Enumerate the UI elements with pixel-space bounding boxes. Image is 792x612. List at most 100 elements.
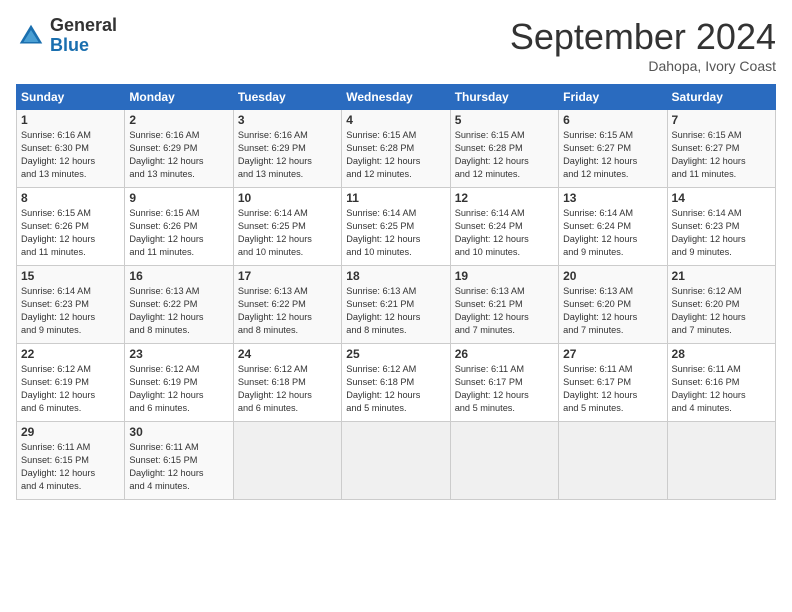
cell-info: Sunrise: 6:14 AMSunset: 6:24 PMDaylight:… xyxy=(563,207,662,259)
logo-text: General Blue xyxy=(50,16,117,56)
day-number: 24 xyxy=(238,347,337,361)
day-number: 17 xyxy=(238,269,337,283)
cell-info: Sunrise: 6:11 AMSunset: 6:16 PMDaylight:… xyxy=(672,363,771,415)
day-number: 5 xyxy=(455,113,554,127)
day-header-sunday: Sunday xyxy=(17,85,125,110)
day-number: 8 xyxy=(21,191,120,205)
title-area: September 2024 Dahopa, Ivory Coast xyxy=(510,16,776,74)
day-number: 12 xyxy=(455,191,554,205)
calendar-cell xyxy=(450,422,558,500)
cell-info: Sunrise: 6:15 AMSunset: 6:27 PMDaylight:… xyxy=(563,129,662,181)
day-header-tuesday: Tuesday xyxy=(233,85,341,110)
cell-info: Sunrise: 6:13 AMSunset: 6:22 PMDaylight:… xyxy=(129,285,228,337)
logo-icon xyxy=(16,21,46,51)
calendar-cell: 13 Sunrise: 6:14 AMSunset: 6:24 PMDayligh… xyxy=(559,188,667,266)
day-number: 16 xyxy=(129,269,228,283)
cell-info: Sunrise: 6:11 AMSunset: 6:15 PMDaylight:… xyxy=(129,441,228,493)
cell-info: Sunrise: 6:13 AMSunset: 6:21 PMDaylight:… xyxy=(346,285,445,337)
day-number: 7 xyxy=(672,113,771,127)
cell-info: Sunrise: 6:13 AMSunset: 6:22 PMDaylight:… xyxy=(238,285,337,337)
day-number: 29 xyxy=(21,425,120,439)
calendar-cell: 22 Sunrise: 6:12 AMSunset: 6:19 PMDayligh… xyxy=(17,344,125,422)
cell-info: Sunrise: 6:15 AMSunset: 6:28 PMDaylight:… xyxy=(346,129,445,181)
day-number: 11 xyxy=(346,191,445,205)
cell-info: Sunrise: 6:13 AMSunset: 6:21 PMDaylight:… xyxy=(455,285,554,337)
day-header-friday: Friday xyxy=(559,85,667,110)
calendar-cell: 21Sunrise: 6:12 AMSunset: 6:20 PMDayligh… xyxy=(667,266,775,344)
calendar-cell: 25 Sunrise: 6:12 AMSunset: 6:18 PMDayligh… xyxy=(342,344,450,422)
cell-info: Sunrise: 6:15 AMSunset: 6:27 PMDaylight:… xyxy=(672,129,771,181)
calendar-cell xyxy=(233,422,341,500)
day-number: 26 xyxy=(455,347,554,361)
cell-info: Sunrise: 6:14 AMSunset: 6:24 PMDaylight:… xyxy=(455,207,554,259)
day-number: 1 xyxy=(21,113,120,127)
calendar-cell: 12 Sunrise: 6:14 AMSunset: 6:24 PMDayligh… xyxy=(450,188,558,266)
calendar-cell: 2 Sunrise: 6:16 AMSunset: 6:29 PMDaylight… xyxy=(125,110,233,188)
cell-info: Sunrise: 6:12 AMSunset: 6:19 PMDaylight:… xyxy=(21,363,120,415)
day-header-thursday: Thursday xyxy=(450,85,558,110)
calendar-cell: 29Sunrise: 6:11 AMSunset: 6:15 PMDayligh… xyxy=(17,422,125,500)
day-number: 30 xyxy=(129,425,228,439)
calendar-cell: 16 Sunrise: 6:13 AMSunset: 6:22 PMDayligh… xyxy=(125,266,233,344)
cell-info: Sunrise: 6:15 AMSunset: 6:28 PMDaylight:… xyxy=(455,129,554,181)
day-number: 10 xyxy=(238,191,337,205)
day-number: 18 xyxy=(346,269,445,283)
day-number: 2 xyxy=(129,113,228,127)
calendar-cell xyxy=(667,422,775,500)
calendar-cell: 26 Sunrise: 6:11 AMSunset: 6:17 PMDayligh… xyxy=(450,344,558,422)
cell-info: Sunrise: 6:16 AMSunset: 6:29 PMDaylight:… xyxy=(129,129,228,181)
day-number: 13 xyxy=(563,191,662,205)
calendar-cell: 27 Sunrise: 6:11 AMSunset: 6:17 PMDayligh… xyxy=(559,344,667,422)
cell-info: Sunrise: 6:14 AMSunset: 6:23 PMDaylight:… xyxy=(672,207,771,259)
cell-info: Sunrise: 6:12 AMSunset: 6:18 PMDaylight:… xyxy=(346,363,445,415)
cell-info: Sunrise: 6:16 AMSunset: 6:29 PMDaylight:… xyxy=(238,129,337,181)
calendar-cell: 7 Sunrise: 6:15 AMSunset: 6:27 PMDaylight… xyxy=(667,110,775,188)
location: Dahopa, Ivory Coast xyxy=(510,58,776,74)
calendar-cell: 28 Sunrise: 6:11 AMSunset: 6:16 PMDayligh… xyxy=(667,344,775,422)
day-header-saturday: Saturday xyxy=(667,85,775,110)
calendar-cell: 6 Sunrise: 6:15 AMSunset: 6:27 PMDaylight… xyxy=(559,110,667,188)
day-number: 6 xyxy=(563,113,662,127)
day-number: 28 xyxy=(672,347,771,361)
calendar-cell: 19 Sunrise: 6:13 AMSunset: 6:21 PMDayligh… xyxy=(450,266,558,344)
day-number: 3 xyxy=(238,113,337,127)
day-number: 23 xyxy=(129,347,228,361)
day-number: 14 xyxy=(672,191,771,205)
day-number: 9 xyxy=(129,191,228,205)
calendar-cell: 9Sunrise: 6:15 AMSunset: 6:26 PMDaylight… xyxy=(125,188,233,266)
day-number: 15 xyxy=(21,269,120,283)
cell-info: Sunrise: 6:14 AMSunset: 6:25 PMDaylight:… xyxy=(346,207,445,259)
calendar-cell: 3 Sunrise: 6:16 AMSunset: 6:29 PMDaylight… xyxy=(233,110,341,188)
calendar-cell: 23 Sunrise: 6:12 AMSunset: 6:19 PMDayligh… xyxy=(125,344,233,422)
calendar-cell: 18 Sunrise: 6:13 AMSunset: 6:21 PMDayligh… xyxy=(342,266,450,344)
day-number: 27 xyxy=(563,347,662,361)
cell-info: Sunrise: 6:12 AMSunset: 6:19 PMDaylight:… xyxy=(129,363,228,415)
day-number: 20 xyxy=(563,269,662,283)
day-number: 21 xyxy=(672,269,771,283)
calendar-cell: 17 Sunrise: 6:13 AMSunset: 6:22 PMDayligh… xyxy=(233,266,341,344)
cell-info: Sunrise: 6:16 AMSunset: 6:30 PMDaylight:… xyxy=(21,129,120,181)
page-header: General Blue September 2024 Dahopa, Ivor… xyxy=(16,16,776,74)
cell-info: Sunrise: 6:14 AMSunset: 6:25 PMDaylight:… xyxy=(238,207,337,259)
month-title: September 2024 xyxy=(510,16,776,58)
day-header-wednesday: Wednesday xyxy=(342,85,450,110)
day-number: 22 xyxy=(21,347,120,361)
day-number: 25 xyxy=(346,347,445,361)
calendar-cell: 30 Sunrise: 6:11 AMSunset: 6:15 PMDayligh… xyxy=(125,422,233,500)
calendar-cell: 4 Sunrise: 6:15 AMSunset: 6:28 PMDaylight… xyxy=(342,110,450,188)
calendar-cell: 11 Sunrise: 6:14 AMSunset: 6:25 PMDayligh… xyxy=(342,188,450,266)
day-header-monday: Monday xyxy=(125,85,233,110)
day-number: 19 xyxy=(455,269,554,283)
cell-info: Sunrise: 6:15 AMSunset: 6:26 PMDaylight:… xyxy=(21,207,120,259)
day-number: 4 xyxy=(346,113,445,127)
calendar-cell: 15 Sunrise: 6:14 AMSunset: 6:23 PMDayligh… xyxy=(17,266,125,344)
calendar-table: SundayMondayTuesdayWednesdayThursdayFrid… xyxy=(16,84,776,500)
calendar-cell xyxy=(342,422,450,500)
cell-info: Sunrise: 6:11 AMSunset: 6:17 PMDaylight:… xyxy=(455,363,554,415)
cell-info: Sunrise: 6:13 AMSunset: 6:20 PMDaylight:… xyxy=(563,285,662,337)
cell-info: Sunrise: 6:11 AMSunset: 6:17 PMDaylight:… xyxy=(563,363,662,415)
calendar-cell: 1 Sunrise: 6:16 AMSunset: 6:30 PMDaylight… xyxy=(17,110,125,188)
calendar-cell: 20 Sunrise: 6:13 AMSunset: 6:20 PMDayligh… xyxy=(559,266,667,344)
cell-info: Sunrise: 6:14 AMSunset: 6:23 PMDaylight:… xyxy=(21,285,120,337)
calendar-cell xyxy=(559,422,667,500)
